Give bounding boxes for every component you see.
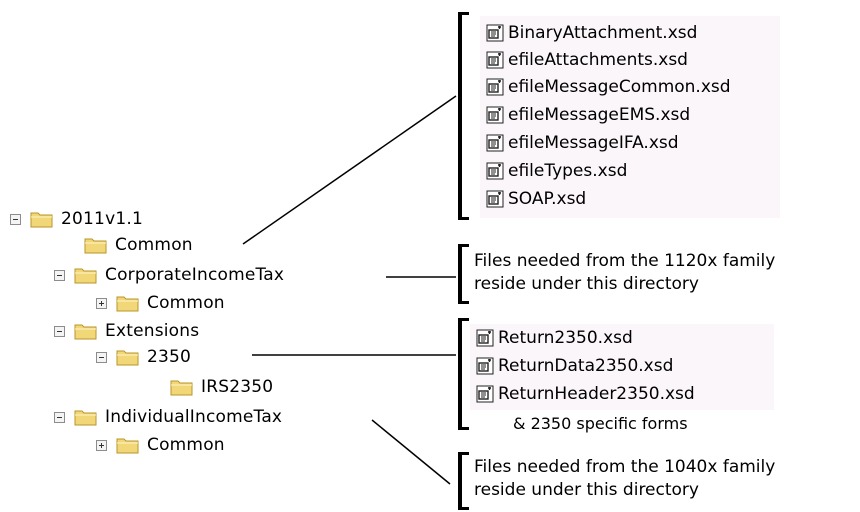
tree-node-individual[interactable]: IndividualIncomeTax	[54, 406, 282, 428]
note-1040-line1: Files needed from the 1040x family	[474, 457, 776, 477]
folder-icon	[74, 268, 97, 284]
xsd-file-icon	[476, 329, 494, 347]
tree-label: Common	[147, 435, 225, 455]
collapse-icon[interactable]	[96, 351, 107, 363]
note-1120-line2: reside under this directory	[474, 274, 699, 294]
file-item[interactable]: efileMessageIFA.xsd	[486, 132, 679, 154]
tree-node-individual-common[interactable]: Common	[96, 434, 225, 456]
tree-node-2350[interactable]: 2350	[96, 346, 191, 368]
file-item[interactable]: ReturnHeader2350.xsd	[476, 383, 695, 405]
file-name: efileMessageEMS.xsd	[508, 105, 691, 125]
file-item[interactable]: efileMessageEMS.xsd	[486, 104, 690, 126]
collapse-icon[interactable]	[54, 411, 65, 423]
folder-icon	[74, 410, 97, 426]
file-name: efileMessageCommon.xsd	[508, 77, 731, 97]
file-item[interactable]: Return2350.xsd	[476, 327, 633, 349]
note-1040: Files needed from the 1040x family resid…	[474, 456, 775, 502]
tree-node-root[interactable]: 2011v1.1	[10, 208, 143, 230]
collapse-icon[interactable]	[10, 213, 21, 225]
file-item[interactable]: efileMessageCommon.xsd	[486, 76, 731, 98]
xsd-file-icon	[476, 357, 494, 375]
tree-node-corporate[interactable]: CorporateIncomeTax	[54, 264, 284, 286]
collapse-icon[interactable]	[54, 325, 65, 337]
xsd-file-icon	[486, 24, 504, 42]
folder-icon	[84, 238, 107, 254]
tree-label: IRS2350	[201, 377, 274, 397]
tree-label: 2011v1.1	[61, 209, 143, 229]
xsd-file-icon	[486, 134, 504, 152]
xsd-file-icon	[486, 190, 504, 208]
connector-individual	[371, 419, 451, 485]
form2350-note: & 2350 specific forms	[513, 414, 688, 433]
tree-node-corporate-common[interactable]: Common	[96, 292, 225, 314]
note-1120-bracket	[458, 244, 469, 304]
file-name: efileMessageIFA.xsd	[508, 133, 679, 153]
file-name: Return2350.xsd	[498, 328, 633, 348]
xsd-file-icon	[486, 106, 504, 124]
xsd-file-icon	[486, 162, 504, 180]
file-item[interactable]: SOAP.xsd	[486, 188, 586, 210]
form2350-files-panel: Return2350.xsd ReturnData2350.xsd Return…	[470, 324, 774, 410]
folder-icon	[116, 438, 139, 454]
form2350-files-bracket	[458, 318, 469, 430]
folder-icon	[116, 350, 139, 366]
file-item[interactable]: BinaryAttachment.xsd	[486, 22, 697, 44]
file-name: SOAP.xsd	[508, 189, 587, 209]
file-name: efileTypes.xsd	[508, 161, 628, 181]
tree-node-extensions[interactable]: Extensions	[54, 320, 199, 342]
tree-label: 2350	[147, 347, 192, 367]
note-1120: Files needed from the 1120x family resid…	[474, 250, 775, 296]
connector-common	[242, 95, 457, 245]
tree-node-common[interactable]: Common	[84, 234, 193, 256]
xsd-file-icon	[486, 78, 504, 96]
file-item[interactable]: efileTypes.xsd	[486, 160, 627, 182]
folder-icon	[116, 296, 139, 312]
folder-icon	[170, 380, 193, 396]
tree-label: IndividualIncomeTax	[105, 407, 283, 427]
file-name: ReturnData2350.xsd	[498, 356, 674, 376]
folder-icon	[30, 212, 53, 228]
xsd-file-icon	[486, 51, 504, 69]
collapse-icon[interactable]	[54, 269, 65, 281]
tree-label: Common	[147, 293, 225, 313]
tree-label: Extensions	[105, 321, 200, 341]
tree-label: CorporateIncomeTax	[105, 265, 285, 285]
expand-icon[interactable]	[96, 297, 107, 309]
file-item[interactable]: efileAttachments.xsd	[486, 49, 688, 71]
note-1040-bracket	[458, 452, 469, 510]
note-1120-line1: Files needed from the 1120x family	[474, 251, 776, 271]
common-files-panel: BinaryAttachment.xsd efileAttachments.xs…	[480, 16, 780, 218]
note-1040-line2: reside under this directory	[474, 480, 699, 500]
file-name: efileAttachments.xsd	[508, 50, 688, 70]
tree-node-irs2350[interactable]: IRS2350	[170, 376, 273, 398]
common-files-bracket	[458, 12, 469, 220]
xsd-file-icon	[476, 385, 494, 403]
tree-label: Common	[115, 235, 193, 255]
folder-icon	[74, 324, 97, 340]
file-name: BinaryAttachment.xsd	[508, 23, 698, 43]
expand-icon[interactable]	[96, 439, 107, 451]
file-name: ReturnHeader2350.xsd	[498, 384, 695, 404]
file-item[interactable]: ReturnData2350.xsd	[476, 355, 673, 377]
